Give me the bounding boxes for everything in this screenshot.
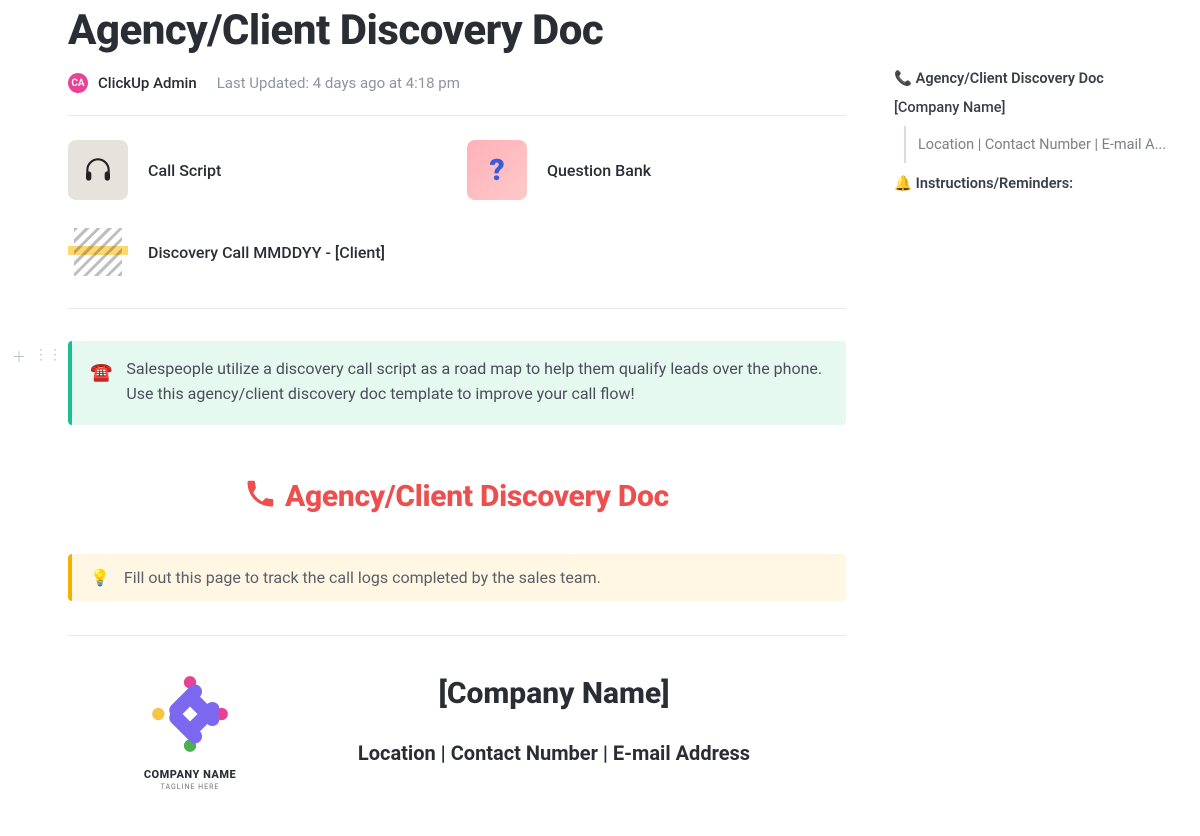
subpage-label: Question Bank	[547, 161, 651, 180]
last-updated: Last Updated: 4 days ago at 4:18 pm	[217, 74, 460, 92]
divider	[68, 308, 846, 309]
doc-heading-text: Agency/Client Discovery Doc	[285, 479, 669, 514]
subpage-card-discovery-call[interactable]: Discovery Call MMDDYY - [Client]	[68, 222, 846, 282]
block-gutter: ＋ ⋮⋮	[12, 347, 62, 367]
divider	[68, 635, 846, 636]
outline-label: [Company Name]	[894, 99, 1005, 116]
outline-label: Agency/Client Discovery Doc	[916, 70, 1104, 87]
phone-icon	[245, 479, 275, 513]
outline-label: Location | Contact Number | E-mail A...	[918, 136, 1166, 153]
tip-callout-text: Fill out this page to track the call log…	[124, 568, 601, 587]
add-block-icon[interactable]: ＋	[12, 347, 26, 367]
tip-callout[interactable]: 💡 Fill out this page to track the call l…	[68, 554, 846, 601]
callout-block-row: ＋ ⋮⋮ ☎️ Salespeople utilize a discovery …	[68, 341, 846, 425]
last-updated-value: 4 days ago at 4:18 pm	[313, 74, 460, 92]
intro-callout-text: Salespeople utilize a discovery call scr…	[126, 357, 826, 407]
last-updated-label: Last Updated:	[217, 74, 309, 92]
divider	[68, 115, 846, 116]
author-avatar[interactable]: CA	[68, 73, 88, 93]
outline-subgroup: Location | Contact Number | E-mail A...	[904, 126, 1184, 163]
subpage-cards: Call Script ? Question Bank Discovery Ca…	[68, 140, 846, 282]
bell-icon: 🔔	[894, 175, 912, 192]
logo-tagline: TAGLINE HERE	[118, 783, 262, 791]
phone-emoji-icon: ☎️	[90, 359, 112, 407]
papers-icon	[68, 222, 128, 282]
page-title: Agency/Client Discovery Doc	[68, 6, 846, 55]
subpage-card-question-bank[interactable]: ? Question Bank	[467, 140, 846, 200]
document-main: Agency/Client Discovery Doc CA ClickUp A…	[68, 6, 846, 791]
subpage-label: Discovery Call MMDDYY - [Client]	[148, 243, 385, 262]
author-name[interactable]: ClickUp Admin	[98, 74, 197, 92]
company-block: COMPANY NAME TAGLINE HERE [Company Name]…	[68, 670, 846, 791]
company-subtitle: Location | Contact Number | E-mail Addre…	[302, 741, 806, 765]
doc-meta-row: CA ClickUp Admin Last Updated: 4 days ag…	[68, 73, 846, 93]
logo-company-name: COMPANY NAME	[118, 768, 262, 781]
lightbulb-icon: 💡	[90, 568, 110, 587]
outline-item[interactable]: 🔔 Instructions/Reminders:	[894, 169, 1184, 198]
company-name-heading: [Company Name]	[302, 676, 806, 711]
subpage-label: Call Script	[148, 161, 221, 180]
logo-icon	[146, 670, 234, 758]
outline-panel: 📞 Agency/Client Discovery Doc [Company N…	[894, 64, 1184, 198]
question-icon: ?	[467, 140, 527, 200]
outline-item[interactable]: 📞 Agency/Client Discovery Doc	[894, 64, 1184, 93]
drag-handle-icon[interactable]: ⋮⋮	[34, 347, 62, 367]
headphones-icon	[68, 140, 128, 200]
company-logo: COMPANY NAME TAGLINE HERE	[118, 670, 262, 791]
outline-item[interactable]: Location | Contact Number | E-mail A...	[918, 130, 1184, 159]
subpage-card-call-script[interactable]: Call Script	[68, 140, 447, 200]
outline-item[interactable]: [Company Name]	[894, 93, 1184, 122]
intro-callout[interactable]: ☎️ Salespeople utilize a discovery call …	[68, 341, 846, 425]
doc-heading: Agency/Client Discovery Doc	[68, 479, 846, 514]
company-text: [Company Name] Location | Contact Number…	[302, 670, 846, 765]
phone-icon: 📞	[894, 70, 912, 87]
outline-label: Instructions/Reminders:	[916, 175, 1073, 192]
